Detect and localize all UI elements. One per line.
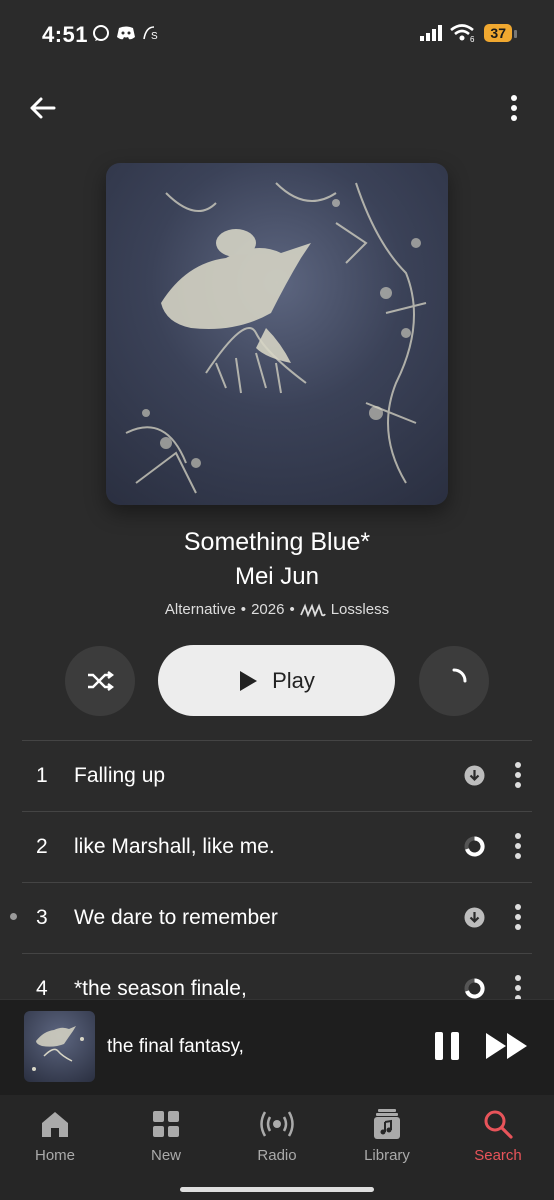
track-more-icon[interactable] <box>506 761 530 789</box>
album-genre: Alternative <box>164 601 236 618</box>
track-title: We dare to remember <box>74 906 278 929</box>
svg-text:S: S <box>151 31 158 41</box>
arrow-left-icon <box>30 97 56 119</box>
download-icon[interactable] <box>464 907 485 928</box>
battery-indicator: 37 <box>484 24 517 42</box>
home-indicator[interactable] <box>180 1187 374 1192</box>
notification-icons: S <box>92 24 162 42</box>
download-icon[interactable] <box>464 765 485 786</box>
album-year: 2026 <box>251 601 285 618</box>
lossless-icon <box>299 603 326 617</box>
track-more-icon[interactable] <box>506 974 530 1002</box>
track-more-icon[interactable] <box>506 903 530 931</box>
radio-icon <box>260 1111 294 1137</box>
track-number: 3 <box>36 906 48 929</box>
svg-text:6: 6 <box>470 35 475 42</box>
system-icons: 6 37 <box>420 24 517 42</box>
loading-spinner-icon <box>452 668 467 683</box>
library-icon <box>374 1109 400 1139</box>
tab-bar: Home New Radio Library Search <box>0 1095 554 1200</box>
track-row[interactable]: 1 Falling up <box>0 740 554 811</box>
album-artwork <box>106 163 448 505</box>
more-vertical-icon <box>511 95 517 121</box>
track-number: 2 <box>36 835 48 858</box>
track-number: 4 <box>36 977 48 1000</box>
tab-label: New <box>150 1147 181 1164</box>
status-bar: 4:51 S 6 37 <box>0 0 554 72</box>
fast-forward-icon[interactable] <box>484 1030 530 1062</box>
track-row[interactable]: 3 We dare to remember <box>0 882 554 953</box>
bird-artwork-thumbnail <box>32 1026 84 1071</box>
track-title: like Marshall, like me. <box>74 835 275 858</box>
now-playing-indicator <box>10 913 17 920</box>
tab-new[interactable]: New <box>121 1107 211 1164</box>
mini-player[interactable]: the final fantasy, <box>0 999 554 1095</box>
discord-icon <box>117 26 135 40</box>
album-metadata: Alternative • 2026 • Lossless <box>0 601 554 618</box>
tab-label: Home <box>34 1147 75 1164</box>
app-notification-icon: S <box>143 26 158 41</box>
grid-icon <box>153 1111 179 1137</box>
shuffle-icon <box>88 671 114 691</box>
play-button[interactable]: Play <box>158 645 395 716</box>
message-icon <box>93 25 109 41</box>
now-playing-title: the final fantasy, <box>107 1036 244 1057</box>
back-button[interactable] <box>24 90 60 126</box>
cellular-signal-icon <box>420 25 443 41</box>
album-artist[interactable]: Mei Jun <box>0 563 554 591</box>
tab-search[interactable]: Search <box>453 1107 543 1164</box>
tab-label: Radio <box>257 1147 297 1164</box>
track-row[interactable]: 2 like Marshall, like me. <box>0 811 554 882</box>
home-icon <box>42 1112 68 1137</box>
mini-player-artwork <box>24 1011 95 1082</box>
album-quality: Lossless <box>330 601 390 618</box>
more-options-button[interactable] <box>496 90 532 126</box>
wifi-icon: 6 <box>450 24 475 42</box>
downloading-progress-icon[interactable] <box>464 836 485 857</box>
tab-library[interactable]: Library <box>342 1107 432 1164</box>
track-number: 1 <box>36 764 48 787</box>
meta-separator: • <box>289 601 295 618</box>
tab-home[interactable]: Home <box>10 1107 100 1164</box>
status-time: 4:51 <box>42 22 89 47</box>
tab-label: Library <box>364 1147 410 1164</box>
track-more-icon[interactable] <box>506 832 530 860</box>
bird-artwork-image <box>125 182 427 494</box>
play-label: Play <box>272 667 315 693</box>
pause-icon[interactable] <box>432 1030 462 1062</box>
search-icon <box>484 1110 513 1139</box>
meta-separator: • <box>240 601 247 618</box>
shuffle-button[interactable] <box>65 646 135 716</box>
download-progress-button[interactable] <box>419 646 489 716</box>
track-title: Falling up <box>74 764 166 787</box>
album-title: Something Blue* <box>183 528 371 556</box>
tab-radio[interactable]: Radio <box>232 1107 322 1164</box>
play-icon <box>240 670 258 691</box>
tab-label: Search <box>474 1147 522 1164</box>
downloading-progress-icon[interactable] <box>464 978 485 999</box>
track-title: *the season finale, <box>74 977 247 1000</box>
